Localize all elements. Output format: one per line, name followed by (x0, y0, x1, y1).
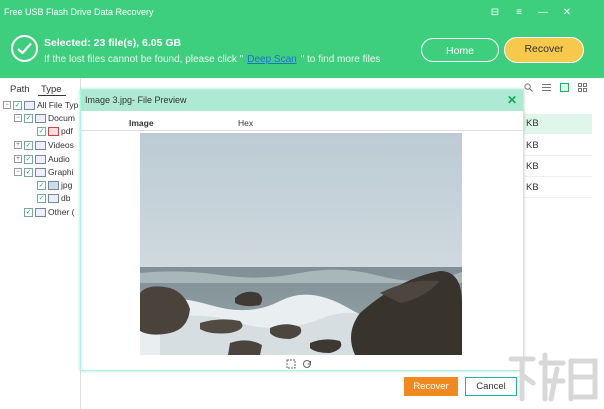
close-icon[interactable]: ✕ (560, 6, 574, 20)
tree-label: Audio (48, 154, 70, 164)
collapse-icon[interactable]: − (14, 168, 22, 176)
tree-label: pdf (61, 126, 73, 136)
checkbox[interactable]: ✓ (37, 180, 46, 190)
window-restore-icon[interactable]: ⊟ (488, 6, 502, 20)
check-icon (11, 35, 38, 62)
tree-label: Docum (48, 113, 75, 123)
close-icon[interactable]: ✕ (507, 93, 517, 107)
collapse-icon[interactable]: − (3, 101, 11, 109)
file-size-cell: KB (522, 114, 592, 134)
checkbox[interactable]: ✓ (37, 126, 46, 136)
preview-image (140, 133, 462, 355)
tree-label: All File Typ (37, 100, 79, 110)
expand-icon[interactable]: + (14, 155, 22, 163)
hint-after: " to find more files (300, 54, 381, 65)
tree-item-all-file-types[interactable]: − ✓ All File Typ (3, 99, 78, 111)
tree-label: Other ( (48, 207, 75, 217)
checkbox[interactable]: ✓ (24, 207, 33, 217)
checkbox[interactable]: ✓ (24, 140, 33, 150)
tree-item-jpg[interactable]: ✓ jpg (37, 179, 72, 191)
list-icon[interactable] (542, 83, 551, 92)
recover-top-button[interactable]: Recover (504, 37, 584, 63)
selected-summary: Selected: 23 file(s), 6.05 GB (44, 37, 182, 49)
audio-icon (35, 154, 46, 164)
checkbox[interactable]: ✓ (24, 113, 33, 123)
file-size-cell: KB (522, 157, 592, 177)
jpg-icon (48, 180, 59, 190)
preview-title: Image 3.jpg- File Preview (85, 95, 187, 105)
collapse-icon[interactable]: − (14, 114, 22, 122)
tree-label: Videos (48, 140, 74, 150)
app-title: Free USB Flash Drive Data Recovery (4, 7, 154, 17)
tree-item-db[interactable]: ✓ db (37, 192, 70, 204)
computer-icon (24, 100, 35, 110)
minimize-icon[interactable]: — (536, 6, 550, 20)
tree-label: jpg (61, 180, 73, 190)
tree-item-other[interactable]: ✓ Other ( (24, 206, 74, 218)
db-icon (48, 193, 59, 203)
tree-item-documents[interactable]: − ✓ Docum (14, 112, 75, 124)
tree-item-videos[interactable]: + ✓ Videos (14, 139, 74, 151)
video-icon (35, 140, 46, 150)
rotate-icon[interactable] (302, 359, 312, 371)
recover-button[interactable]: Recover (404, 377, 458, 396)
app-header: Free USB Flash Drive Data Recovery ⊟ ≡ —… (0, 0, 604, 78)
folder-icon (35, 207, 46, 217)
grid-icon[interactable] (560, 83, 569, 92)
deep-scan-link[interactable]: Deep Scan (247, 54, 296, 65)
tab-type[interactable]: Type (41, 84, 62, 95)
tree-item-graphics[interactable]: − ✓ Graphi (14, 166, 74, 178)
expand-icon[interactable]: + (14, 141, 22, 149)
tree-label: Graphi (48, 167, 74, 177)
file-size-cell: KB (522, 136, 592, 156)
watermark-logo (508, 352, 598, 402)
home-button[interactable]: Home (421, 38, 499, 62)
tab-indicator (38, 95, 66, 96)
pdf-icon (48, 126, 59, 136)
tab-hex[interactable]: Hex (238, 118, 253, 128)
file-preview-dialog: Image 3.jpg- File Preview ✕ Image Hex (80, 89, 524, 371)
tab-path[interactable]: Path (10, 84, 30, 95)
folder-icon (35, 113, 46, 123)
tab-image[interactable]: Image (129, 118, 154, 128)
checkbox[interactable]: ✓ (13, 100, 22, 110)
details-icon[interactable] (578, 83, 587, 92)
tree-label: db (61, 193, 71, 203)
hint-text: If the lost files cannot be found, pleas… (44, 54, 380, 65)
preview-column-header: Image Hex (81, 116, 523, 131)
search-icon[interactable] (524, 83, 533, 92)
menu-icon[interactable]: ≡ (512, 6, 526, 20)
checkbox[interactable]: ✓ (37, 193, 46, 203)
crop-icon[interactable] (286, 359, 296, 371)
hint-before: If the lost files cannot be found, pleas… (44, 54, 244, 65)
image-icon (35, 167, 46, 177)
file-size-cell: KB (522, 178, 592, 198)
preview-tools (286, 359, 312, 371)
tree-item-audio[interactable]: + ✓ Audio (14, 153, 70, 165)
checkbox[interactable]: ✓ (24, 167, 33, 177)
checkbox[interactable]: ✓ (24, 154, 33, 164)
preview-header: Image 3.jpg- File Preview ✕ (81, 90, 523, 111)
tree-item-pdf[interactable]: ✓ pdf (37, 125, 73, 137)
